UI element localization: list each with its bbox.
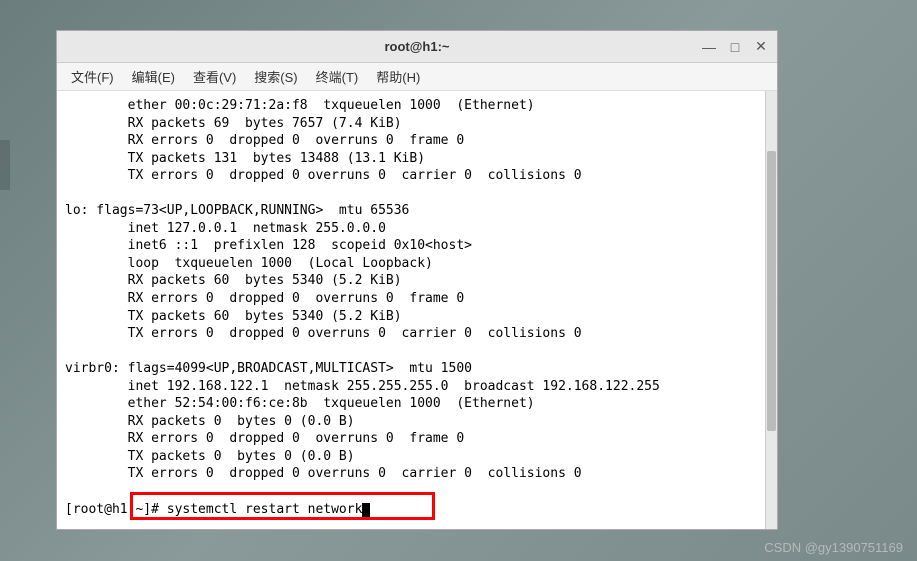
menubar: 文件(F) 编辑(E) 查看(V) 搜索(S) 终端(T) 帮助(H) bbox=[57, 63, 777, 91]
watermark: CSDN @gy1390751169 bbox=[764, 540, 903, 555]
titlebar[interactable]: root@h1:~ — □ ✕ bbox=[57, 31, 777, 63]
close-button[interactable]: ✕ bbox=[749, 37, 773, 57]
cursor-icon bbox=[362, 503, 370, 517]
maximize-button[interactable]: □ bbox=[723, 37, 747, 57]
scroll-thumb[interactable] bbox=[767, 151, 776, 431]
scrollbar[interactable] bbox=[765, 91, 777, 529]
terminal-window: root@h1:~ — □ ✕ 文件(F) 编辑(E) 查看(V) 搜索(S) … bbox=[56, 30, 778, 530]
minimize-button[interactable]: — bbox=[697, 37, 721, 57]
terminal-output: ether 00:0c:29:71:2a:f8 txqueuelen 1000 … bbox=[65, 97, 769, 501]
window-title: root@h1:~ bbox=[384, 39, 449, 54]
menu-view[interactable]: 查看(V) bbox=[185, 64, 244, 89]
prompt: [root@h1 ~]# bbox=[65, 502, 167, 517]
menu-terminal[interactable]: 终端(T) bbox=[308, 64, 367, 89]
command-text: systemctl restart network bbox=[167, 502, 363, 517]
menu-edit[interactable]: 编辑(E) bbox=[124, 64, 183, 89]
desktop-side-shadow bbox=[0, 140, 10, 190]
menu-help[interactable]: 帮助(H) bbox=[368, 64, 428, 89]
menu-search[interactable]: 搜索(S) bbox=[246, 64, 305, 89]
terminal-content[interactable]: ether 00:0c:29:71:2a:f8 txqueuelen 1000 … bbox=[57, 91, 777, 529]
menu-file[interactable]: 文件(F) bbox=[63, 64, 122, 89]
window-controls: — □ ✕ bbox=[697, 37, 773, 57]
